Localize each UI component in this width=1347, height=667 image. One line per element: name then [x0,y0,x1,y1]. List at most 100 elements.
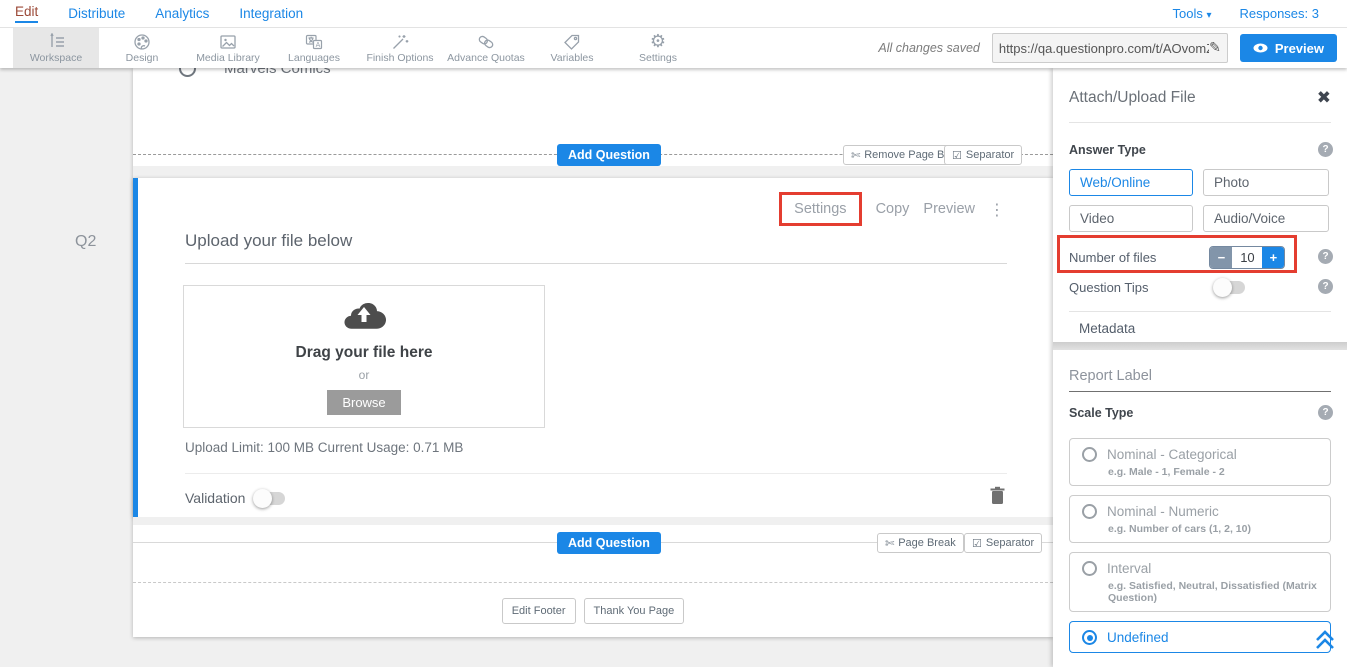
question-preview-button[interactable]: Preview [923,201,975,217]
toolbar-item-media-library[interactable]: Media Library [185,28,271,68]
report-label-input[interactable]: Report Label [1069,368,1331,392]
minus-button[interactable]: − [1210,247,1232,268]
radio-icon[interactable] [1082,447,1097,462]
section-gap [133,166,1053,178]
toolbar-item-label: Advance Quotas [447,52,525,64]
number-of-files-row: Number of files − 10 + [1069,246,1331,269]
answer-type-video[interactable]: Video [1069,205,1193,232]
close-icon[interactable]: ✖ [1317,88,1331,108]
thank-you-page-button[interactable]: Thank You Page [584,598,685,624]
editor-toolbar: Workspace Design Media Library A Languag… [0,28,1347,68]
radio-selected-icon[interactable] [1082,630,1097,645]
page-break-icon: ✄ [851,149,860,162]
validation-toggle[interactable] [255,492,285,505]
cloud-upload-icon [341,299,387,336]
question-tips-row: Question Tips [1069,280,1331,295]
more-options-icon[interactable]: ⋮ [989,200,1005,219]
nav-tab-edit[interactable]: Edit [15,4,38,23]
number-of-files-label: Number of files [1069,250,1156,265]
checkbox-checked-icon: ☑ [972,537,982,550]
wand-icon [390,33,410,51]
panel-scroll-divider [1053,342,1347,350]
toolbar-item-label: Languages [288,52,340,64]
question-settings-button[interactable]: Settings [779,192,861,226]
toolbar-item-languages[interactable]: A Languages [271,28,357,68]
separator-toggle-top[interactable]: ☑ Separator [944,145,1022,165]
tools-menu[interactable]: Tools ▾ [1172,6,1211,21]
responses-count[interactable]: Responses: 3 [1240,6,1320,21]
scale-option-interval[interactable]: Interval e.g. Satisfied, Neutral, Dissat… [1069,552,1331,612]
plus-button[interactable]: + [1262,247,1284,268]
toolbar-item-finish-options[interactable]: Finish Options [357,28,443,68]
footer-dashed-line [133,582,1053,583]
save-status: All changes saved [878,41,979,55]
toolbar-item-label: Finish Options [366,52,433,64]
scale-option-example: e.g. Male - 1, Female - 2 [1108,466,1320,478]
scale-option-example: e.g. Number of cars (1, 2, 10) [1108,523,1320,535]
validation-label: Validation [185,490,245,506]
question-block[interactable]: Settings Copy Preview ⋮ Upload your file… [133,178,1053,517]
question-title[interactable]: Upload your file below [185,231,1007,264]
previous-question-section: Marvels Comics Add Question ✄ Remove Pag… [133,68,1053,166]
delete-question-icon[interactable] [990,486,1005,510]
checkbox-checked-icon: ☑ [952,149,962,162]
help-icon[interactable]: ? [1318,279,1333,294]
question-tips-label: Question Tips [1069,280,1149,295]
collapse-double-chevron-icon[interactable] [1313,628,1337,657]
browse-button[interactable]: Browse [327,390,400,415]
scale-option-nominal-numeric[interactable]: Nominal - Numeric e.g. Number of cars (1… [1069,495,1331,543]
survey-editor-app: Edit Distribute Analytics Integration To… [0,0,1347,667]
svg-text:A: A [316,41,321,48]
add-question-button-bottom[interactable]: Add Question [557,532,661,554]
scale-option-undefined[interactable]: Undefined [1069,621,1331,653]
top-nav: Edit Distribute Analytics Integration To… [0,0,1347,28]
toolbar-item-label: Variables [551,52,594,64]
add-question-button-top[interactable]: Add Question [557,144,661,166]
answer-type-label: Answer Type [1069,143,1146,157]
answer-type-audio-voice[interactable]: Audio/Voice [1203,205,1329,232]
chevron-down-icon: ▾ [1206,10,1211,21]
page-break-row-top: Add Question ✄ Remove Page Break ☑ Separ… [133,144,1053,166]
chain-link-icon [476,33,496,51]
nav-tab-analytics[interactable]: Analytics [155,6,209,21]
answer-type-web-online[interactable]: Web/Online [1069,169,1193,196]
toolbar-item-label: Design [126,52,159,64]
workspace-icon [46,33,66,51]
radio-icon[interactable] [1082,504,1097,519]
help-icon[interactable]: ? [1318,405,1333,420]
toolbar-item-label: Settings [639,52,677,64]
number-of-files-value[interactable]: 10 [1232,247,1262,268]
survey-url-box[interactable]: ✎ [992,33,1228,63]
preview-button[interactable]: Preview [1240,34,1337,62]
scale-option-example: e.g. Satisfied, Neutral, Dissatisfied (M… [1108,580,1320,604]
edit-footer-button[interactable]: Edit Footer [502,598,576,624]
page-break-button[interactable]: ✄ Page Break [877,533,964,553]
panel-title: Attach/Upload File [1069,89,1196,107]
separator-toggle-bottom[interactable]: ☑ Separator [964,533,1042,553]
scale-type-options: Nominal - Categorical e.g. Male - 1, Fem… [1069,438,1331,662]
page-break-row-bottom: Add Question ✄ Page Break ☑ Separator [133,532,1053,554]
toolbar-item-variables[interactable]: Variables [529,28,615,68]
question-tips-toggle[interactable] [1215,281,1245,294]
file-dropzone[interactable]: Drag your file here or Browse [183,285,545,428]
survey-url-input[interactable] [999,41,1209,56]
help-icon[interactable]: ? [1318,249,1333,264]
question-copy-button[interactable]: Copy [876,201,910,217]
edit-url-icon[interactable]: ✎ [1209,40,1221,56]
scale-option-nominal-categorical[interactable]: Nominal - Categorical e.g. Male - 1, Fem… [1069,438,1331,486]
question-id-label: Q2 [75,233,96,251]
toolbar-item-design[interactable]: Design [99,28,185,68]
number-of-files-stepper: − 10 + [1209,246,1285,269]
toolbar-item-label: Media Library [196,52,260,64]
toolbar-item-settings[interactable]: ⚙ Settings [615,28,701,68]
translate-icon: A [304,33,324,51]
toolbar-item-workspace[interactable]: Workspace [13,28,99,68]
gear-icon: ⚙ [650,33,666,51]
answer-type-photo[interactable]: Photo [1203,169,1329,196]
help-icon[interactable]: ? [1318,142,1333,157]
page-break-icon: ✄ [885,537,894,550]
nav-tab-distribute[interactable]: Distribute [68,6,125,21]
radio-icon[interactable] [1082,561,1097,576]
nav-tab-integration[interactable]: Integration [239,6,303,21]
toolbar-item-advance-quotas[interactable]: Advance Quotas [443,28,529,68]
